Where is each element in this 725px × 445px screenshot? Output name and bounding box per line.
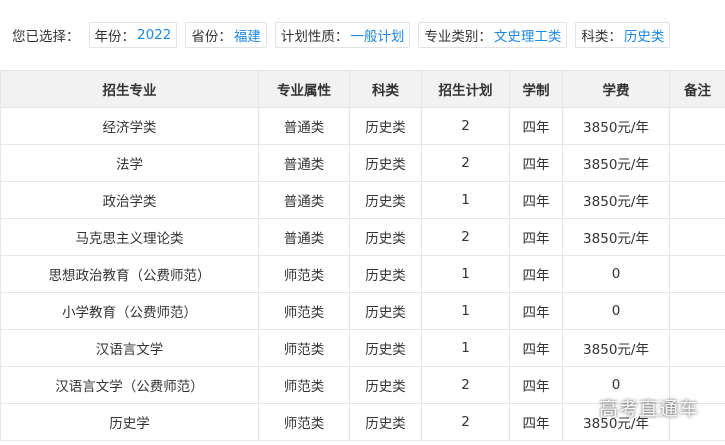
cell-duration: 四年 — [509, 218, 563, 256]
cell-tuition: 3850元/年 — [562, 403, 670, 441]
cell-major: 小学教育（公费师范） — [0, 292, 259, 330]
cell-duration: 四年 — [509, 366, 563, 404]
cell-tuition: 3850元/年 — [562, 329, 670, 367]
cell-major: 法学 — [0, 144, 259, 182]
cell-subject: 历史类 — [349, 329, 422, 367]
cell-duration: 四年 — [509, 255, 563, 293]
cell-major: 汉语言文学 — [0, 329, 259, 367]
cell-plan-count: 2 — [421, 107, 510, 145]
chip-key: 年份： — [94, 29, 136, 45]
cell-duration: 四年 — [509, 292, 563, 330]
filter-label: 您已选择： — [12, 29, 80, 45]
cell-subject: 历史类 — [349, 107, 422, 145]
cell-major: 经济学类 — [0, 107, 259, 145]
cell-attribute: 普通类 — [258, 107, 350, 145]
cell-subject: 历史类 — [349, 144, 422, 182]
cell-tuition: 0 — [562, 292, 670, 330]
cell-attribute: 普通类 — [258, 144, 350, 182]
cell-remarks — [669, 107, 725, 145]
chip-value: 文史理工类 — [493, 29, 562, 45]
header-major: 招生专业 — [0, 70, 259, 108]
cell-subject: 历史类 — [349, 292, 422, 330]
chip-key: 计划性质： — [280, 29, 349, 45]
table-header-row: 招生专业 专业属性 科类 招生计划 学制 学费 备注 — [0, 70, 725, 108]
filter-bar: 您已选择： 年份： 2022 省份： 福建 计划性质： 一般计划 专业类别： 文… — [0, 0, 725, 70]
cell-remarks — [669, 292, 725, 330]
cell-subject: 历史类 — [349, 181, 422, 219]
filter-chip-major-category[interactable]: 专业类别： 文史理工类 — [418, 22, 568, 48]
cell-major: 思想政治教育（公费师范） — [0, 255, 259, 293]
table-row: 汉语言文学 师范类 历史类 1 四年 3850元/年 — [0, 329, 725, 367]
filter-chip-subject[interactable]: 科类： 历史类 — [575, 22, 671, 48]
cell-attribute: 师范类 — [258, 255, 350, 293]
table-row: 法学 普通类 历史类 2 四年 3850元/年 — [0, 144, 725, 182]
header-remarks: 备注 — [669, 70, 725, 108]
cell-remarks — [669, 181, 725, 219]
chip-value: 2022 — [137, 27, 172, 43]
cell-tuition: 0 — [562, 366, 670, 404]
header-tuition: 学费 — [562, 70, 670, 108]
chip-value: 一般计划 — [350, 29, 405, 45]
cell-attribute: 师范类 — [258, 366, 350, 404]
header-attribute: 专业属性 — [258, 70, 350, 108]
cell-attribute: 师范类 — [258, 403, 350, 441]
cell-subject: 历史类 — [349, 403, 422, 441]
cell-remarks — [669, 144, 725, 182]
enrollment-table: 招生专业 专业属性 科类 招生计划 学制 学费 备注 经济学类 普通类 历史类 2 四年… — [0, 70, 725, 441]
header-duration: 学制 — [509, 70, 563, 108]
cell-attribute: 普通类 — [258, 181, 350, 219]
cell-plan-count: 2 — [421, 403, 510, 441]
filter-chip-plan-type[interactable]: 计划性质： 一般计划 — [274, 22, 411, 48]
cell-remarks — [669, 218, 725, 256]
filter-chip-province[interactable]: 省份： 福建 — [185, 22, 267, 48]
cell-subject: 历史类 — [349, 218, 422, 256]
table-row: 历史学 师范类 历史类 2 四年 3850元/年 — [0, 403, 725, 441]
table-row: 汉语言文学（公费师范） 师范类 历史类 2 四年 0 — [0, 366, 725, 404]
table-row: 小学教育（公费师范） 师范类 历史类 1 四年 0 — [0, 292, 725, 330]
filter-chip-year[interactable]: 年份： 2022 — [88, 22, 178, 48]
cell-major: 汉语言文学（公费师范） — [0, 366, 259, 404]
cell-subject: 历史类 — [349, 366, 422, 404]
cell-plan-count: 1 — [421, 292, 510, 330]
chip-value: 历史类 — [623, 29, 665, 45]
chip-key: 科类： — [581, 29, 622, 45]
cell-plan-count: 1 — [421, 255, 510, 293]
cell-tuition: 3850元/年 — [562, 144, 670, 182]
cell-tuition: 3850元/年 — [562, 181, 670, 219]
cell-duration: 四年 — [509, 181, 563, 219]
chip-key: 专业类别： — [424, 29, 492, 45]
cell-duration: 四年 — [509, 329, 563, 367]
cell-major: 马克思主义理论类 — [0, 218, 259, 256]
header-subject: 科类 — [349, 70, 422, 108]
table-body: 经济学类 普通类 历史类 2 四年 3850元/年 法学 普通类 历史类 2 四年 3850元/年 政治… — [0, 107, 725, 441]
table-row: 政治学类 普通类 历史类 1 四年 3850元/年 — [0, 181, 725, 219]
header-plan-count: 招生计划 — [421, 70, 510, 108]
cell-subject: 历史类 — [349, 255, 422, 293]
cell-attribute: 师范类 — [258, 329, 350, 367]
cell-remarks — [669, 329, 725, 367]
chip-value: 福建 — [233, 29, 261, 45]
cell-plan-count: 2 — [421, 144, 510, 182]
cell-duration: 四年 — [509, 144, 563, 182]
table-row: 思想政治教育（公费师范） 师范类 历史类 1 四年 0 — [0, 255, 725, 293]
cell-duration: 四年 — [509, 107, 563, 145]
cell-plan-count: 1 — [421, 329, 510, 367]
cell-tuition: 3850元/年 — [562, 218, 670, 256]
chip-key: 省份： — [191, 29, 232, 45]
cell-major: 历史学 — [0, 403, 259, 441]
cell-tuition: 3850元/年 — [562, 107, 670, 145]
table-row: 马克思主义理论类 普通类 历史类 2 四年 3850元/年 — [0, 218, 725, 256]
cell-plan-count: 2 — [421, 366, 510, 404]
cell-remarks — [669, 366, 725, 404]
cell-tuition: 0 — [562, 255, 670, 293]
cell-remarks — [669, 403, 725, 441]
cell-plan-count: 2 — [421, 218, 510, 256]
table-row: 经济学类 普通类 历史类 2 四年 3850元/年 — [0, 107, 725, 145]
cell-duration: 四年 — [509, 403, 563, 441]
cell-plan-count: 1 — [421, 181, 510, 219]
cell-attribute: 普通类 — [258, 218, 350, 256]
cell-major: 政治学类 — [0, 181, 259, 219]
cell-attribute: 师范类 — [258, 292, 350, 330]
cell-remarks — [669, 255, 725, 293]
